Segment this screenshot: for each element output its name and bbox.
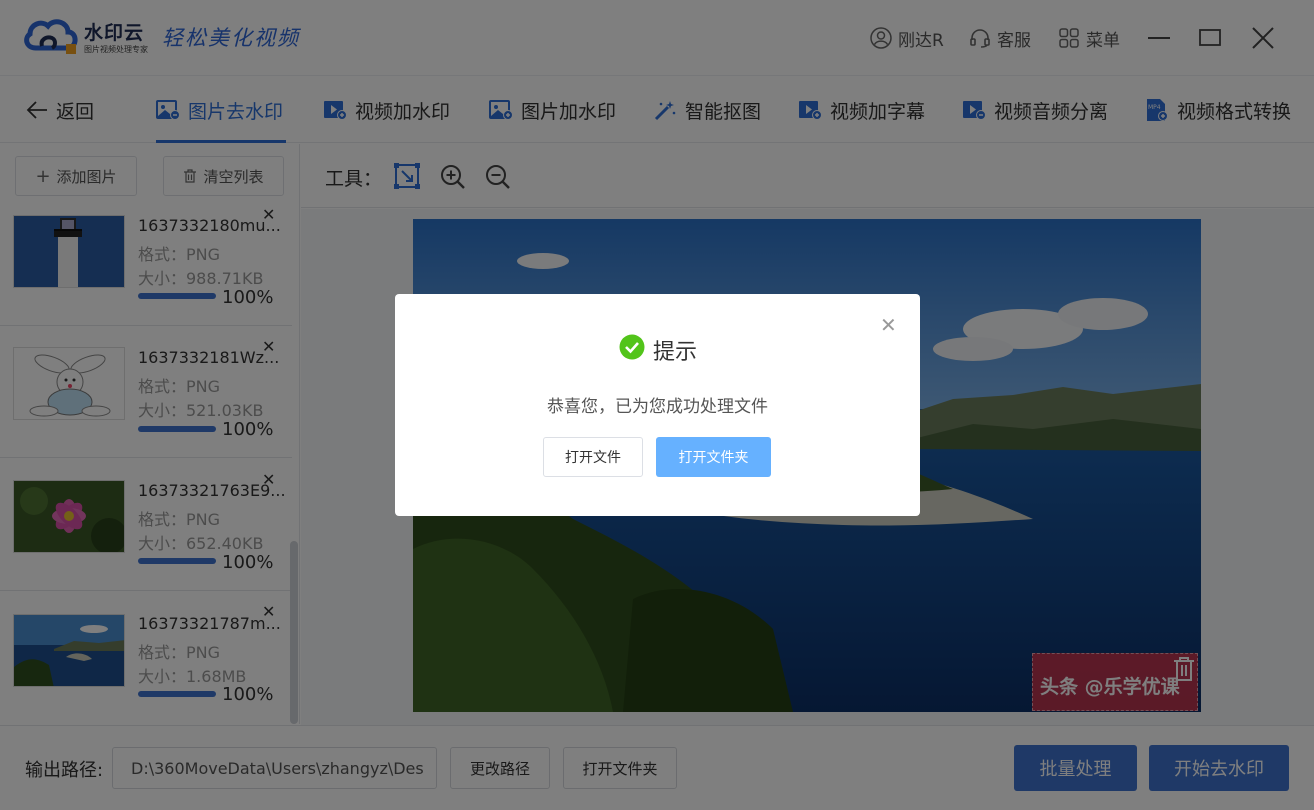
success-check-icon [619,334,645,360]
dialog-open-folder-button[interactable]: 打开文件夹 [656,437,771,477]
dialog-close-icon[interactable]: ✕ [880,313,897,337]
dialog-title: 提示 [653,340,698,365]
dialog-message: 恭喜您，已为您成功处理文件 [547,397,768,417]
dialog-open-file-button[interactable]: 打开文件 [543,437,643,477]
